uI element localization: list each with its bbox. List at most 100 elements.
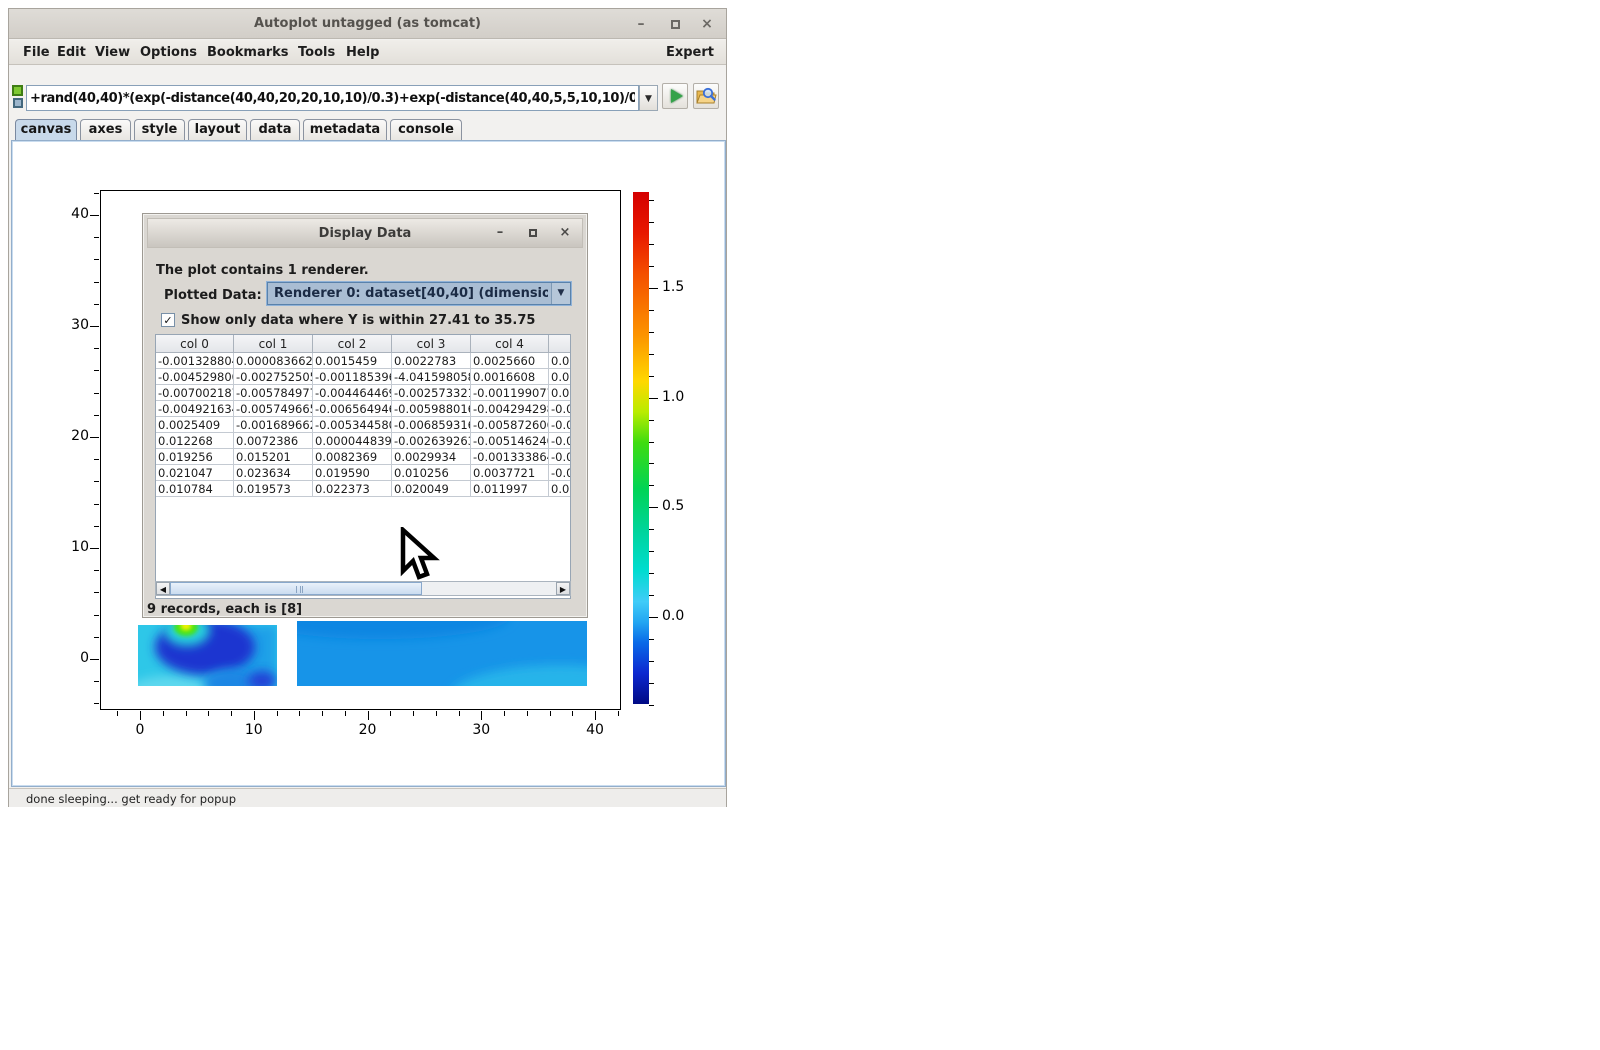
heatmap-strip-right [250,615,600,695]
table-cell[interactable]: -0.002639263... [392,433,471,449]
table-cell[interactable]: 0.019256 [156,449,234,465]
table-cell[interactable]: 0.019573 [234,481,313,497]
heatmap-image[interactable] [130,615,600,695]
table-column-header[interactable] [549,335,571,353]
table-cell[interactable]: 0.00 [549,385,571,401]
table-cell[interactable]: -0.0 [549,417,571,433]
table-cell[interactable]: -4.041598058... [392,369,471,385]
table-column-header[interactable]: col 3 [392,335,471,353]
tab-axes[interactable]: axes [80,119,131,140]
table-cell[interactable]: 0.019590 [313,465,392,481]
table-cell[interactable]: 0.000044839 [313,433,392,449]
table-cell[interactable]: 0.00 [549,369,571,385]
table-cell[interactable]: -0.001185396... [313,369,392,385]
table-cell[interactable]: -0.005784977... [234,385,313,401]
table-cell[interactable]: -0.005344580... [313,417,392,433]
table-cell[interactable]: -0.004464469... [313,385,392,401]
maximize-button[interactable] [664,13,686,35]
menu-options[interactable]: Options [136,44,201,62]
menu-edit[interactable]: Edit [53,44,90,62]
chevron-down-icon[interactable]: ▼ [551,283,570,304]
table-cell[interactable]: 0.0037721 [471,465,549,481]
table-cell[interactable]: 0.012268 [156,433,234,449]
table-cell[interactable]: -0.0 [549,401,571,417]
table-cell[interactable]: -0.001328804... [156,353,234,369]
table-cell[interactable]: 0.010784 [156,481,234,497]
table-cell[interactable]: -0.006564946... [313,401,392,417]
window-titlebar[interactable]: Autoplot untagged (as tomcat) – × [9,9,726,39]
table-cell[interactable]: -0.0 [549,465,571,481]
table-cell[interactable]: 0.015201 [234,449,313,465]
tab-layout[interactable]: layout [188,119,247,140]
tab-bar: canvas axes style layout data metadata c… [9,119,726,140]
table-cell[interactable]: -0.004529800... [156,369,234,385]
table-cell[interactable]: -0.0 [549,449,571,465]
table-cell[interactable]: -0.005872606... [471,417,549,433]
table-column-header[interactable]: col 0 [156,335,234,353]
table-cell[interactable]: 0.0082369 [313,449,392,465]
table-cell[interactable]: -0.004921634... [156,401,234,417]
table-cell[interactable]: 0.0025409 [156,417,234,433]
table-cell[interactable]: 0.00 [549,353,571,369]
dialog-titlebar[interactable]: Display Data – × [147,218,583,248]
table-cell[interactable]: 0.020049 [392,481,471,497]
table-cell[interactable]: 0.0015459 [313,353,392,369]
table-cell[interactable]: -0.002573321... [392,385,471,401]
menu-bookmarks[interactable]: Bookmarks [203,44,293,62]
plotted-data-combobox[interactable]: Renderer 0: dataset[40,40] (dimension...… [267,282,571,305]
dialog-close-button[interactable]: × [555,223,575,243]
go-indicator-icon[interactable] [12,85,23,96]
table-cell[interactable]: 0.023634 [234,465,313,481]
minimize-button[interactable]: – [630,13,652,35]
scrollbar-thumb[interactable] [170,582,422,595]
table-cell[interactable]: -0.001199077... [471,385,549,401]
table-cell[interactable]: 0.00 [549,481,571,497]
menu-view[interactable]: View [91,44,134,62]
tab-canvas[interactable]: canvas [15,119,77,141]
table-cell[interactable]: 0.011997 [471,481,549,497]
table-cell[interactable]: 0.022373 [313,481,392,497]
dialog-maximize-button[interactable] [523,223,543,243]
table-cell[interactable]: -0.004294298... [471,401,549,417]
filter-checkbox[interactable]: ✓ [161,313,175,327]
tab-metadata[interactable]: metadata [303,119,387,140]
table-cell[interactable]: -0.005988016... [392,401,471,417]
table-cell[interactable]: 0.000083662 [234,353,313,369]
table-cell[interactable]: 0.010256 [392,465,471,481]
table-cell[interactable]: 0.021047 [156,465,234,481]
table-cell[interactable]: -0.001689662... [234,417,313,433]
table-cell[interactable]: -0.005749665... [234,401,313,417]
table-cell[interactable]: -0.002752505... [234,369,313,385]
dialog-minimize-button[interactable]: – [490,223,510,243]
uri-input[interactable] [26,85,639,111]
table-cell[interactable]: 0.0016608 [471,369,549,385]
stop-indicator-icon[interactable] [13,98,23,108]
table-cell[interactable]: -0.005146240... [471,433,549,449]
table-cell[interactable]: 0.0022783 [392,353,471,369]
scroll-right-button[interactable]: ▶ [556,582,570,595]
horizontal-scrollbar[interactable]: ◀ ▶ [155,581,571,596]
uri-dropdown-button[interactable]: ▼ [639,85,658,111]
table-column-header[interactable]: col 2 [313,335,392,353]
table-cell[interactable]: -0.007002187... [156,385,234,401]
tab-console[interactable]: console [390,119,462,140]
table-cell[interactable]: -0.001333864... [471,449,549,465]
menu-help[interactable]: Help [342,44,383,62]
tab-style[interactable]: style [134,119,185,140]
expert-menu[interactable]: Expert [666,45,714,60]
table-column-header[interactable]: col 1 [234,335,313,353]
table-cell[interactable]: -0.0 [549,433,571,449]
folder-magnifier-icon [694,84,718,108]
tab-data[interactable]: data [250,119,300,140]
table-cell[interactable]: -0.006859316... [392,417,471,433]
go-button[interactable] [662,83,688,109]
inspect-uri-button[interactable] [693,83,719,109]
table-cell[interactable]: 0.0072386 [234,433,313,449]
close-button[interactable]: × [696,13,718,35]
table-cell[interactable]: 0.0025660 [471,353,549,369]
table-column-header[interactable]: col 4 [471,335,549,353]
scroll-left-button[interactable]: ◀ [156,582,170,595]
table-cell[interactable]: 0.0029934 [392,449,471,465]
menu-tools[interactable]: Tools [294,44,339,62]
menu-file[interactable]: File [19,44,54,62]
